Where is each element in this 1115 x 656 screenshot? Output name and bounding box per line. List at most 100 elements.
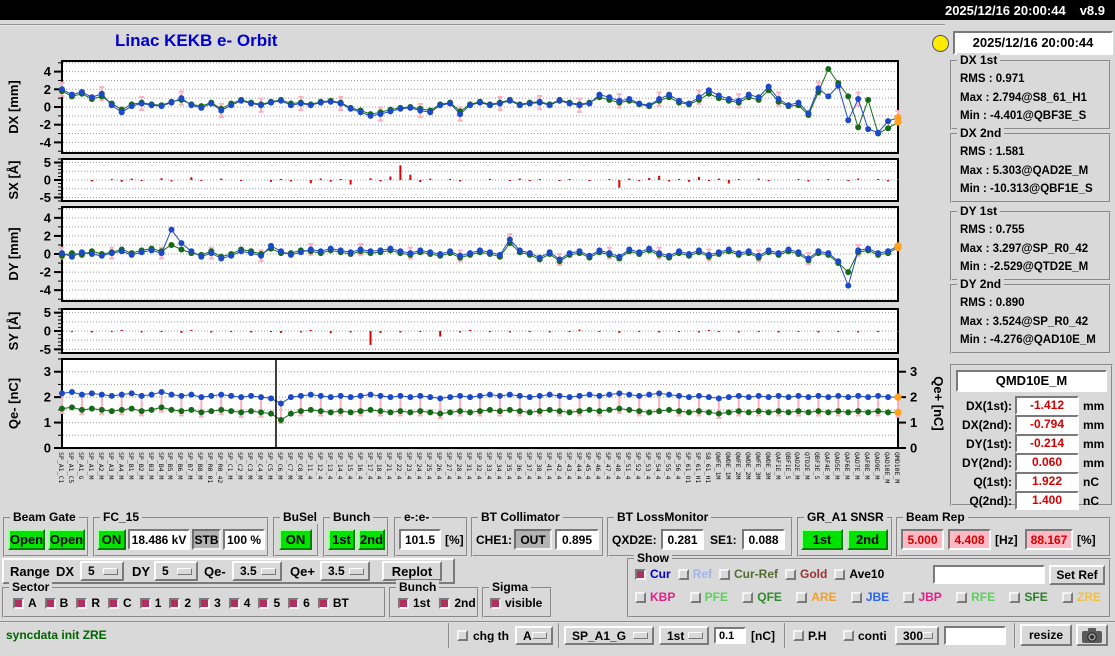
- show-zre-checkbox[interactable]: [1061, 591, 1073, 603]
- fc15-stb-button[interactable]: STB: [192, 529, 221, 550]
- range-qem-dropdown[interactable]: 3.5: [232, 561, 282, 581]
- show-ref-checkbox[interactable]: [677, 568, 689, 580]
- bunch-select-dropdown[interactable]: 1st: [659, 626, 709, 645]
- show-are-label: ARE: [811, 590, 837, 604]
- svg-text:3: 3: [44, 364, 51, 379]
- range-dx-dropdown[interactable]: 5: [80, 561, 124, 581]
- sector-a-checkbox[interactable]: [13, 597, 24, 609]
- set-ref-button[interactable]: Set Ref: [1049, 565, 1105, 585]
- show-sfe-label: SFE: [1024, 590, 1048, 604]
- chg-th-checkbox[interactable]: [457, 630, 468, 641]
- show-jbp-item: JBP: [903, 590, 942, 604]
- extra-input[interactable]: [944, 626, 1006, 645]
- bpm-label: SP_C7_M: [285, 452, 294, 480]
- sector-r-checkbox[interactable]: [76, 597, 88, 609]
- bpm-label: SP_A2_M: [96, 452, 105, 480]
- bunch-1st-item: 1st: [398, 596, 430, 610]
- beam-gate-1-button[interactable]: Open: [8, 529, 45, 550]
- monitor-row-label: DY(1st):: [965, 436, 1012, 451]
- ref-file-input[interactable]: [933, 565, 1045, 584]
- ph-checkbox[interactable]: [793, 630, 804, 641]
- bpm-label: SP_24_4: [415, 452, 424, 480]
- range-qem-label: Qe-: [204, 564, 226, 579]
- che1-state-button[interactable]: OUT: [514, 529, 552, 550]
- svg-text:SX [Å]: SX [Å]: [6, 161, 21, 200]
- bpm-label: SP_A3_M: [106, 452, 115, 480]
- sector-3-checkbox[interactable]: [199, 597, 211, 609]
- range-qep-dropdown[interactable]: 3.5: [320, 561, 370, 581]
- sigma-visible-checkbox[interactable]: [490, 597, 501, 609]
- show-ave10-checkbox[interactable]: [834, 568, 846, 580]
- conti-checkbox[interactable]: [843, 630, 854, 641]
- interval-dropdown[interactable]: 300: [895, 626, 939, 645]
- show-qfe-checkbox[interactable]: [742, 591, 754, 603]
- sector-bt-checkbox[interactable]: [317, 597, 329, 609]
- fc15-on-button[interactable]: ON: [97, 529, 126, 550]
- chg-th-dropdown[interactable]: A: [515, 626, 553, 645]
- show-jbp-checkbox[interactable]: [903, 591, 915, 603]
- show-gold-checkbox[interactable]: [785, 568, 797, 580]
- monitor-row-label: Q(1st):: [973, 474, 1012, 489]
- bunch-1st-label: 1st: [413, 596, 431, 610]
- timestamp-display: 2025/12/16 20:00:44: [953, 31, 1113, 55]
- sector-a-label: A: [28, 596, 37, 610]
- sector-6-checkbox[interactable]: [288, 597, 300, 609]
- bpm-label: SP_18_4: [375, 452, 384, 480]
- bpm-label: QWFE_1M: [713, 452, 722, 480]
- sector-b-checkbox[interactable]: [44, 597, 56, 609]
- bunch-2nd-button[interactable]: 2nd: [358, 529, 385, 550]
- bunch-1st-button[interactable]: 1st: [328, 529, 355, 550]
- show-cur-checkbox[interactable]: [635, 568, 646, 580]
- sector-5-item: 5: [258, 596, 280, 610]
- sector-5-checkbox[interactable]: [258, 597, 270, 609]
- bpm-name-axis: SP_A1_C1 SP_A1_C5 SP_A1_G SP_A1_M SP_A2_M SP_…: [0, 450, 945, 512]
- gr-snsr-2nd-button[interactable]: 2nd: [847, 529, 888, 550]
- bpm-label: QMD10E_M: [893, 452, 901, 484]
- bunch-1st-checkbox[interactable]: [398, 597, 409, 609]
- chg-th-value: A: [523, 628, 532, 643]
- show-kbp-item: KBP: [635, 590, 675, 604]
- replot-button[interactable]: Replot: [382, 561, 442, 581]
- svg-text:-2: -2: [39, 265, 51, 280]
- divider: [1014, 623, 1016, 648]
- bpm-label: SP_46_4: [594, 452, 603, 480]
- svg-text:1: 1: [910, 415, 917, 430]
- gr-snsr-1st-button[interactable]: 1st: [801, 529, 843, 550]
- bunch-2nd-checkbox[interactable]: [439, 597, 451, 609]
- show-are-checkbox[interactable]: [796, 591, 808, 603]
- show-kbp-checkbox[interactable]: [635, 591, 646, 603]
- ee-ratio-unit: [%]: [445, 533, 464, 547]
- show-cur-ref-checkbox[interactable]: [719, 568, 731, 580]
- monitor-row: DX(2nd): -0.794 mm: [954, 415, 1111, 434]
- stat-line: Min : -4.276@QAD10E_M: [960, 334, 1096, 346]
- dropdown-indicator-icon: [261, 567, 276, 575]
- se1-label: SE1:: [710, 533, 737, 547]
- screenshot-button[interactable]: [1076, 624, 1108, 646]
- show-rfe-checkbox[interactable]: [956, 591, 968, 603]
- sector-4-checkbox[interactable]: [228, 597, 240, 609]
- range-dy-dropdown[interactable]: 5: [154, 561, 198, 581]
- bpm-select-dropdown[interactable]: SP_A1_G: [564, 626, 654, 645]
- bpm-label: SP_C2_M: [236, 452, 245, 480]
- threshold-unit: [nC]: [751, 629, 775, 643]
- monitor-row-value: 0.060: [1015, 453, 1079, 472]
- monitor-row-label: DX(2nd):: [962, 417, 1012, 432]
- busel-title: BuSel: [280, 510, 321, 524]
- svg-text:DX [mm]: DX [mm]: [6, 80, 21, 133]
- sigma-visible-item: visible: [490, 596, 542, 610]
- divider: [0, 24, 945, 26]
- sector-2-checkbox[interactable]: [169, 597, 181, 609]
- bpm-label: SP_26_4: [435, 452, 444, 480]
- show-jbe-checkbox[interactable]: [850, 591, 862, 603]
- busel-on-button[interactable]: ON: [279, 529, 312, 550]
- dropdown-indicator-icon: [349, 567, 364, 575]
- bunch-select-title: Bunch: [396, 580, 440, 594]
- show-sfe-checkbox[interactable]: [1009, 591, 1021, 603]
- show-pfe-checkbox[interactable]: [689, 591, 701, 603]
- resize-button[interactable]: resize: [1020, 624, 1072, 646]
- bpm-label: SP_53_4: [644, 452, 653, 480]
- beam-gate-2-button[interactable]: Open: [48, 529, 85, 550]
- threshold-input[interactable]: [714, 627, 746, 644]
- sector-c-checkbox[interactable]: [108, 597, 120, 609]
- sector-1-checkbox[interactable]: [139, 597, 151, 609]
